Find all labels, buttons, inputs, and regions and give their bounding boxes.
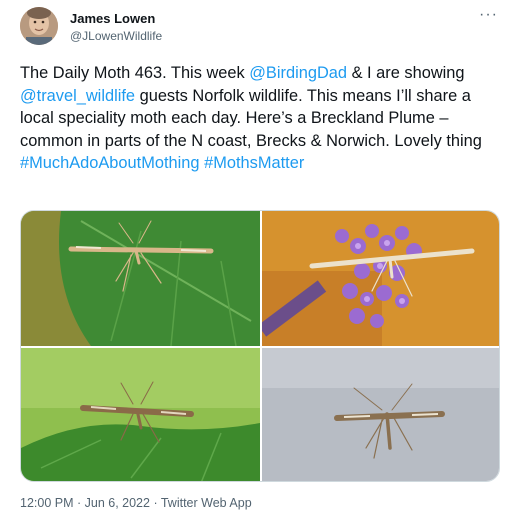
meta-separator: · [73, 496, 85, 510]
photo-4[interactable] [262, 348, 499, 481]
author-handle[interactable]: @JLowenWildlife [70, 29, 162, 43]
tweet-time[interactable]: 12:00 PM [20, 496, 74, 510]
tweet-text-segment: The Daily Moth 463. This week [20, 64, 250, 82]
photo-2[interactable] [262, 211, 499, 346]
avatar[interactable] [20, 7, 58, 45]
tweet-date[interactable]: Jun 6, 2022 [85, 496, 150, 510]
photo-1[interactable] [21, 211, 260, 346]
mention-link[interactable]: @travel_wildlife [20, 87, 135, 105]
tweet-source[interactable]: Twitter Web App [161, 496, 252, 510]
meta-separator-2: · [149, 496, 161, 510]
media-grid [20, 210, 500, 482]
author-name[interactable]: James Lowen [70, 11, 155, 26]
tweet-text: The Daily Moth 463. This week @BirdingDa… [20, 62, 500, 175]
tweet-card: James Lowen @JLowenWildlife ··· The Dail… [0, 0, 512, 528]
tweet-meta: 12:00 PM · Jun 6, 2022 · Twitter Web App [20, 496, 252, 510]
hashtag-link[interactable]: #MuchAdoAboutMothing [20, 154, 200, 172]
hashtag-link[interactable]: #MothsMatter [204, 154, 304, 172]
mention-link[interactable]: @BirdingDad [249, 64, 347, 82]
tweet-text-segment: & I are showing [347, 64, 465, 82]
photo-3[interactable] [21, 348, 260, 481]
more-horizontal-icon[interactable]: ··· [479, 6, 498, 24]
